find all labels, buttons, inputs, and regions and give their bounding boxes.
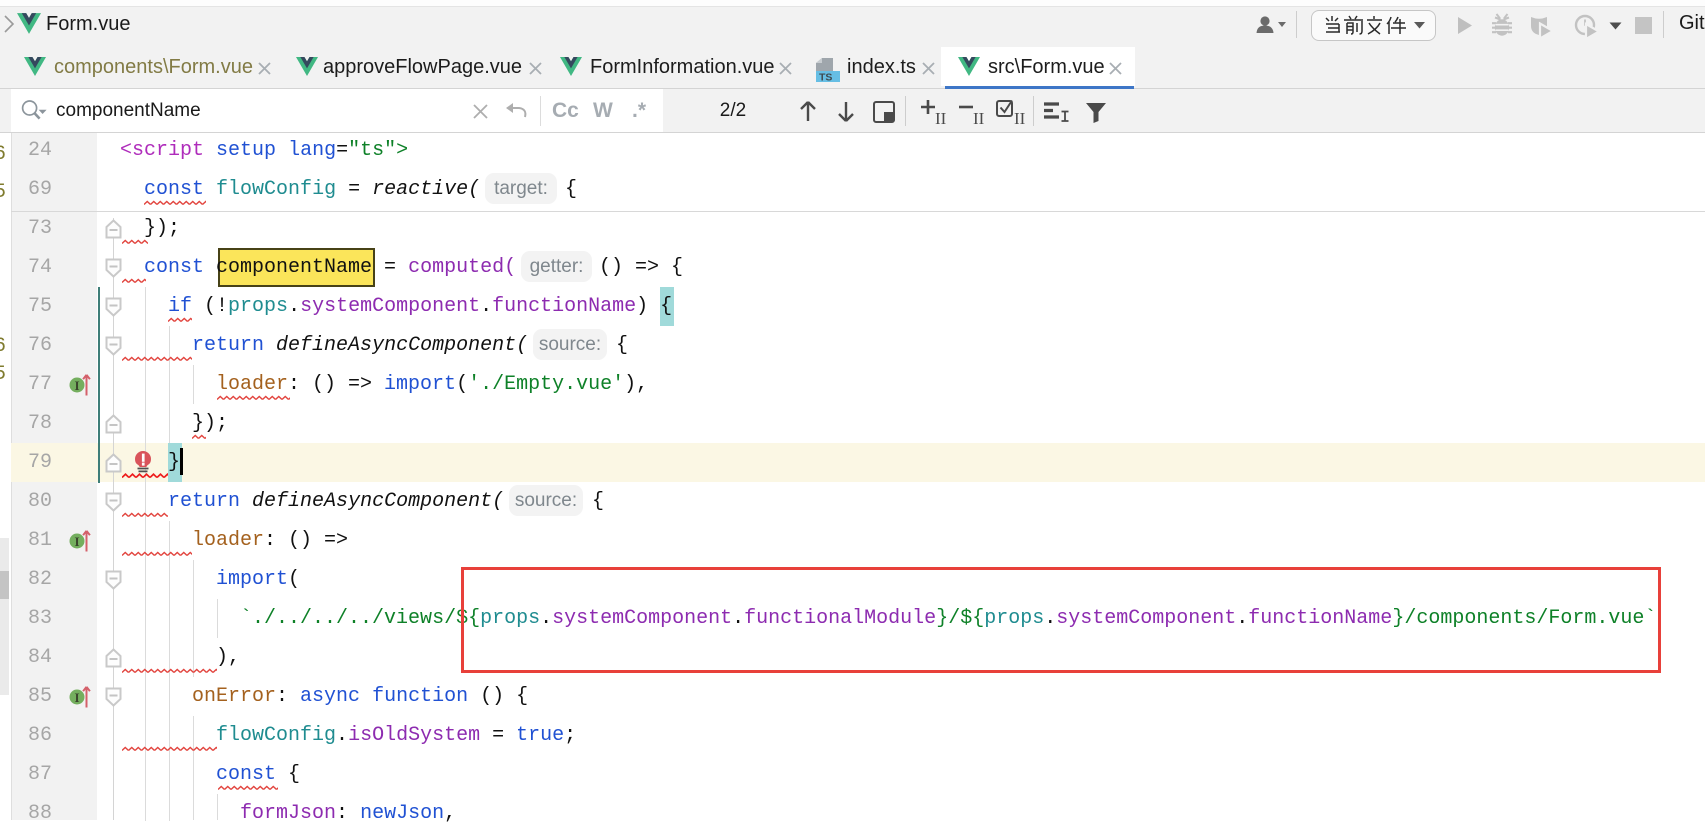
svg-text:II: II <box>1014 109 1026 128</box>
svg-text:TS: TS <box>819 72 832 83</box>
svg-text:II: II <box>935 109 947 128</box>
svg-text:II: II <box>973 109 985 128</box>
